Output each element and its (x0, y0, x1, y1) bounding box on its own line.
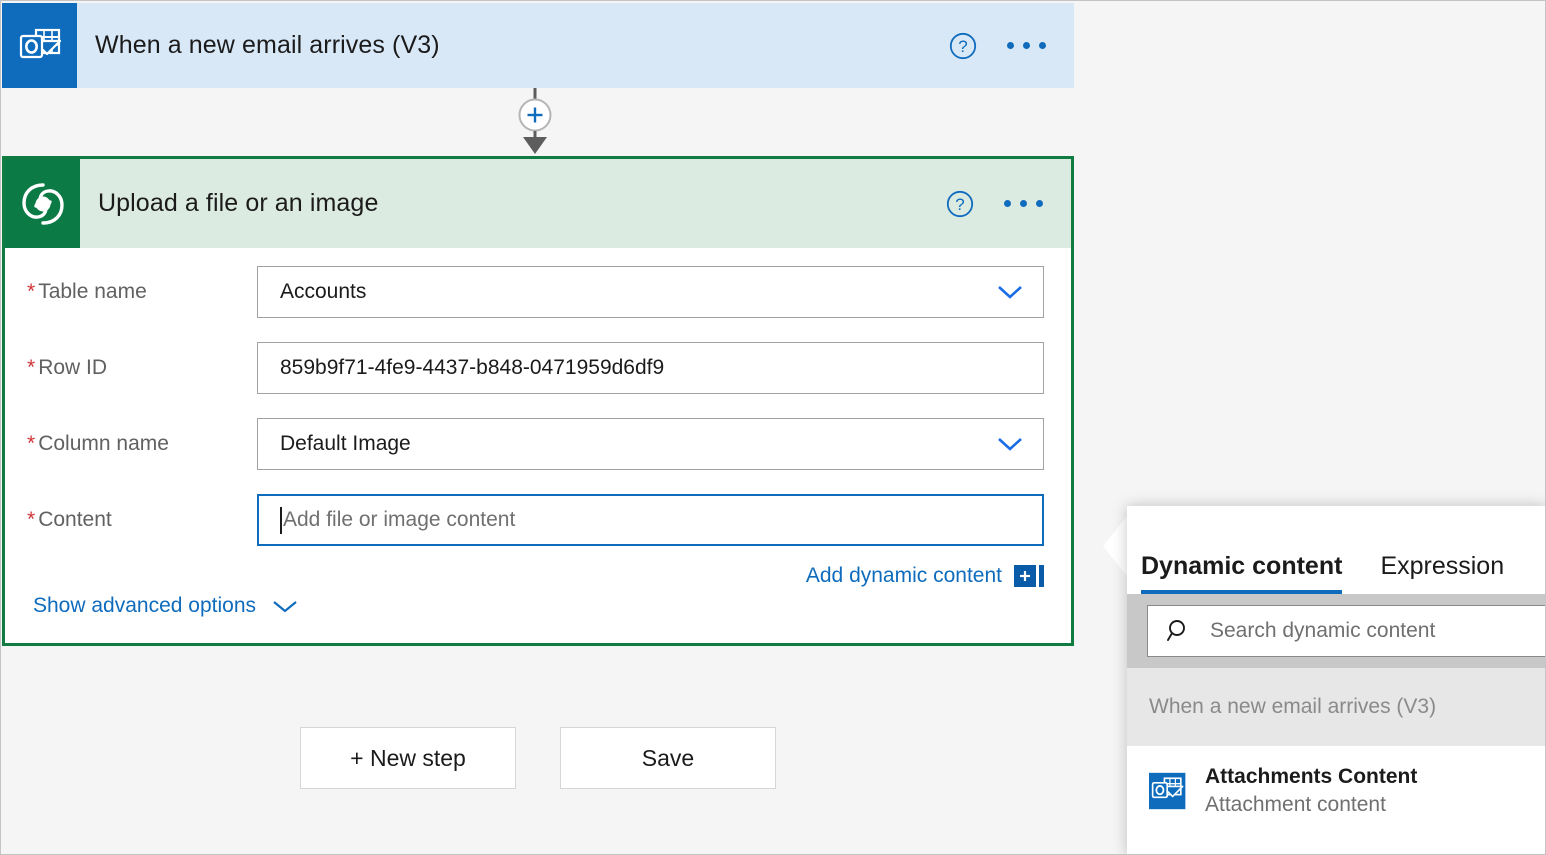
svg-text:?: ? (958, 37, 967, 56)
search-placeholder: Search dynamic content (1210, 619, 1435, 643)
action-card-title: Upload a file or an image (80, 189, 946, 218)
column-name-value: Default Image (280, 432, 993, 456)
field-label-table-name: *Table name (5, 280, 257, 304)
required-asterisk: * (27, 432, 35, 455)
ellipsis-icon[interactable] (1004, 200, 1043, 207)
dynamic-content-panel: Dynamic content Expression Search dynami… (1127, 506, 1546, 855)
content-placeholder: Add file or image content (283, 508, 1026, 532)
list-item-subtitle: Attachment content (1205, 791, 1417, 819)
text-cursor (280, 507, 282, 534)
action-card-body: *Table name Accounts *Row ID 859b9f71-4f… (5, 260, 1071, 655)
outlook-icon (2, 3, 77, 88)
chevron-down-icon (993, 434, 1027, 454)
tab-dynamic-content[interactable]: Dynamic content (1141, 552, 1342, 594)
search-icon (1166, 618, 1192, 644)
field-label-column-name: *Column name (5, 432, 257, 456)
tab-expression[interactable]: Expression (1380, 552, 1504, 594)
show-advanced-options[interactable]: Show advanced options (33, 594, 300, 618)
table-name-dropdown[interactable]: Accounts (257, 266, 1044, 318)
field-row-table-name: *Table name Accounts (5, 260, 1071, 324)
help-circle-icon[interactable]: ? (946, 190, 974, 218)
help-circle-icon[interactable]: ? (949, 32, 977, 60)
column-name-dropdown[interactable]: Default Image (257, 418, 1044, 470)
outlook-icon (1149, 771, 1189, 811)
ellipsis-icon[interactable] (1007, 42, 1046, 49)
field-row-content: *Content Add file or image content (5, 488, 1071, 552)
required-asterisk: * (27, 356, 35, 379)
dynamic-content-tabs: Dynamic content Expression (1127, 506, 1546, 594)
add-dynamic-content-link[interactable]: Add dynamic content (806, 564, 1002, 588)
list-item-text: Attachments Content Attachment content (1205, 763, 1417, 818)
trigger-card[interactable]: When a new email arrives (V3) ? (2, 3, 1074, 88)
add-dynamic-content-badge[interactable] (1014, 565, 1044, 587)
badge-bar (1039, 565, 1044, 587)
table-name-value: Accounts (280, 280, 993, 304)
connector-add-step[interactable] (498, 88, 578, 158)
search-input[interactable]: Search dynamic content (1147, 605, 1546, 657)
required-asterisk: * (27, 508, 35, 531)
new-step-button[interactable]: + New step (300, 727, 516, 789)
trigger-card-title: When a new email arrives (V3) (77, 31, 949, 60)
dynamic-content-search-band: Search dynamic content (1127, 594, 1546, 668)
add-dynamic-content-row: Add dynamic content (5, 564, 1044, 588)
field-label-content: *Content (5, 508, 257, 532)
show-advanced-options-label: Show advanced options (33, 594, 256, 618)
list-item[interactable]: Attachments Content Attachment content (1127, 746, 1546, 836)
flow-designer-canvas: When a new email arrives (V3) ? (0, 0, 1546, 855)
field-label-row-id: *Row ID (5, 356, 257, 380)
action-card-header[interactable]: Upload a file or an image ? (5, 159, 1071, 248)
footer-buttons: + New step Save (300, 727, 776, 789)
row-id-input[interactable]: 859b9f71-4fe9-4437-b848-0471959d6df9 (257, 342, 1044, 394)
field-row-column-name: *Column name Default Image (5, 412, 1071, 476)
content-input[interactable]: Add file or image content (257, 494, 1044, 546)
field-row-row-id: *Row ID 859b9f71-4fe9-4437-b848-0471959d… (5, 336, 1071, 400)
row-id-value: 859b9f71-4fe9-4437-b848-0471959d6df9 (280, 356, 1027, 380)
action-card: Upload a file or an image ? *Table name (2, 156, 1074, 646)
dynamic-content-group-header: When a new email arrives (V3) (1127, 668, 1546, 746)
required-asterisk: * (27, 280, 35, 303)
chevron-down-icon (270, 597, 300, 615)
save-button[interactable]: Save (560, 727, 776, 789)
list-item-title: Attachments Content (1205, 763, 1417, 791)
action-card-actions: ? (946, 190, 1071, 218)
dataverse-icon (5, 159, 80, 248)
plus-icon (1014, 565, 1036, 587)
trigger-card-actions: ? (949, 32, 1074, 60)
chevron-down-icon (993, 282, 1027, 302)
svg-text:?: ? (955, 195, 964, 214)
